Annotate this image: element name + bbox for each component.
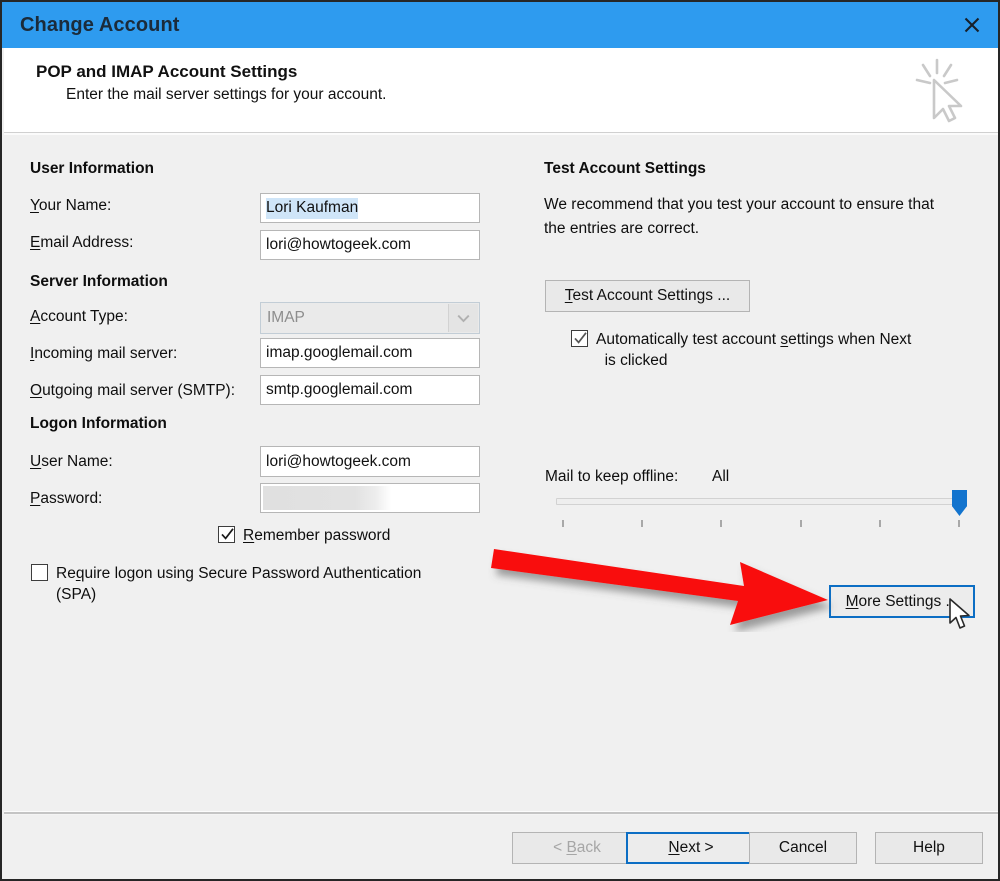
- incoming-mail-server-input[interactable]: imap.googlemail.com: [260, 338, 480, 368]
- mail-offline-label: Mail to keep offline:: [545, 468, 679, 485]
- email-address-label: Email Address:: [30, 234, 134, 251]
- user-name-value: lori@howtogeek.com: [266, 452, 411, 470]
- outgoing-mail-server-value: smtp.googlemail.com: [266, 381, 413, 398]
- help-button-label: Help: [913, 839, 945, 856]
- your-name-value: Lori Kaufman: [266, 197, 359, 219]
- slider-tick: [720, 520, 722, 527]
- outgoing-mail-server-label: Outgoing mail server (SMTP):: [30, 382, 236, 399]
- title-bar: Change Account: [2, 2, 998, 48]
- back-button-label: < Back: [553, 839, 601, 856]
- mail-offline-slider-thumb[interactable]: [952, 490, 967, 516]
- slider-tick: [958, 520, 960, 527]
- password-label: Password:: [30, 490, 103, 507]
- cursor-click-icon: [915, 58, 963, 123]
- email-address-input[interactable]: lori@howtogeek.com: [260, 230, 480, 260]
- dialog-body: User Information Your Name: Lori Kaufman…: [4, 135, 998, 811]
- change-account-dialog: Change Account POP and IMAP Account Sett…: [0, 0, 1000, 881]
- dialog-footer: < Back Next > Cancel Help: [4, 815, 998, 879]
- window-title: Change Account: [20, 14, 180, 36]
- outgoing-mail-server-input[interactable]: smtp.googlemail.com: [260, 375, 480, 405]
- remember-password-checkbox[interactable]: Remember password: [218, 525, 390, 546]
- test-account-settings-button-label: Test Account Settings ...: [564, 287, 731, 304]
- test-description-line1: We recommend that you test your account …: [544, 196, 935, 213]
- chevron-down-icon: [457, 314, 470, 322]
- test-account-settings-button[interactable]: Test Account Settings ...: [545, 280, 750, 312]
- password-masked-value: [263, 486, 391, 510]
- account-type-value: IMAP: [267, 309, 305, 326]
- mail-offline-value: All: [712, 468, 730, 485]
- email-address-value: lori@howtogeek.com: [266, 236, 411, 253]
- slider-tick: [800, 520, 802, 527]
- test-account-settings-heading: Test Account Settings: [544, 160, 706, 177]
- slider-tick: [879, 520, 881, 527]
- your-name-label: Your Name:: [30, 197, 112, 214]
- close-button[interactable]: [942, 2, 998, 48]
- account-type-dropdown-arrow[interactable]: [448, 304, 478, 332]
- require-spa-checkbox[interactable]: Require logon using Secure Password Auth…: [31, 563, 481, 605]
- test-description-line2: the entries are correct.: [544, 220, 700, 237]
- user-name-input[interactable]: lori@howtogeek.com: [260, 446, 480, 477]
- more-settings-button-label: More Settings ...: [845, 592, 959, 610]
- cancel-button-label: Cancel: [778, 839, 828, 856]
- checkbox-box: [31, 564, 48, 581]
- page-title: POP and IMAP Account Settings: [36, 62, 298, 81]
- page-subtitle: Enter the mail server settings for your …: [66, 86, 387, 103]
- your-name-input[interactable]: Lori Kaufman: [260, 193, 480, 223]
- dialog-header: POP and IMAP Account Settings Enter the …: [4, 48, 998, 132]
- slider-tick: [641, 520, 643, 527]
- auto-test-label: Automatically test account settings when…: [596, 331, 912, 369]
- checkmark-icon: [221, 528, 234, 540]
- user-name-label: User Name:: [30, 453, 113, 470]
- account-type-label: Account Type:: [30, 308, 128, 325]
- more-settings-button[interactable]: More Settings ...: [829, 585, 975, 618]
- cancel-button[interactable]: Cancel: [749, 832, 857, 864]
- help-button[interactable]: Help: [875, 832, 983, 864]
- logon-information-heading: Logon Information: [30, 415, 167, 432]
- server-information-heading: Server Information: [30, 273, 168, 290]
- next-button-label: Next >: [668, 839, 714, 856]
- next-button[interactable]: Next >: [626, 832, 756, 864]
- remember-password-label: Remember password: [243, 527, 391, 544]
- mail-offline-slider-track[interactable]: [556, 498, 966, 505]
- incoming-mail-server-value: imap.googlemail.com: [266, 344, 413, 361]
- checkmark-icon: [574, 332, 587, 344]
- auto-test-checkbox[interactable]: Automatically test account settings when…: [571, 329, 971, 371]
- incoming-mail-server-label: Incoming mail server:: [30, 345, 178, 362]
- password-input[interactable]: [260, 483, 480, 513]
- back-button[interactable]: < Back: [512, 832, 642, 864]
- require-spa-label: Require logon using Secure Password Auth…: [56, 565, 422, 603]
- slider-tick: [562, 520, 564, 527]
- checkbox-box: [571, 330, 588, 347]
- user-information-heading: User Information: [30, 160, 155, 177]
- checkbox-box: [218, 526, 235, 543]
- close-icon: [964, 17, 980, 33]
- account-type-select[interactable]: IMAP: [260, 302, 480, 334]
